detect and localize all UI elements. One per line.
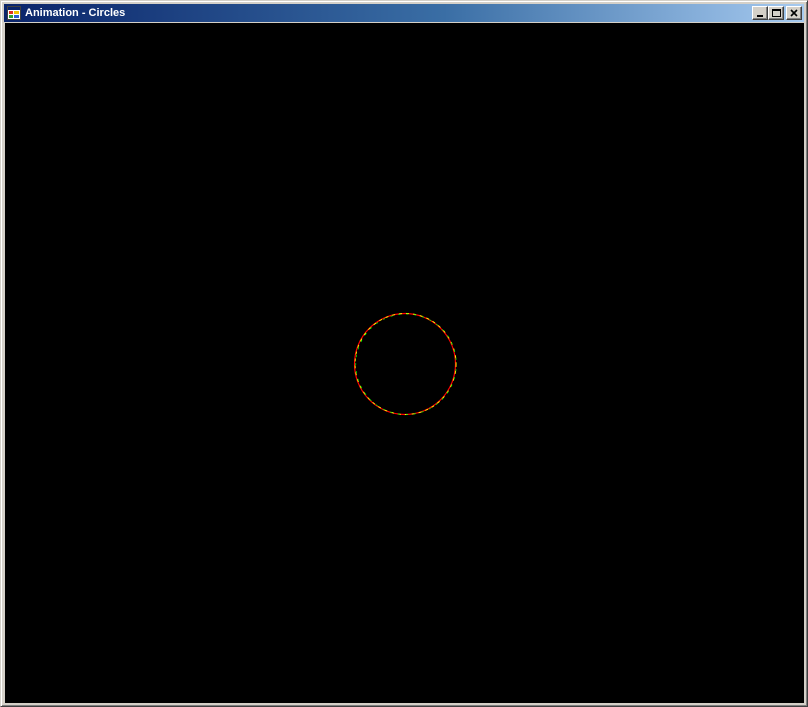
minimize-button[interactable] xyxy=(752,6,768,20)
maximize-button[interactable] xyxy=(768,6,784,20)
canvas-drawing xyxy=(353,312,457,416)
app-window-icon[interactable] xyxy=(7,6,21,20)
title-bar[interactable]: Animation - Circles xyxy=(4,4,804,22)
close-icon xyxy=(790,9,798,17)
app-window: Animation - Circles xyxy=(0,0,808,707)
caption-buttons xyxy=(752,6,802,20)
maximize-icon xyxy=(772,9,781,17)
window-title: Animation - Circles xyxy=(25,7,126,19)
minimize-icon xyxy=(757,15,763,17)
close-button[interactable] xyxy=(786,6,802,20)
animation-canvas[interactable] xyxy=(5,23,804,703)
